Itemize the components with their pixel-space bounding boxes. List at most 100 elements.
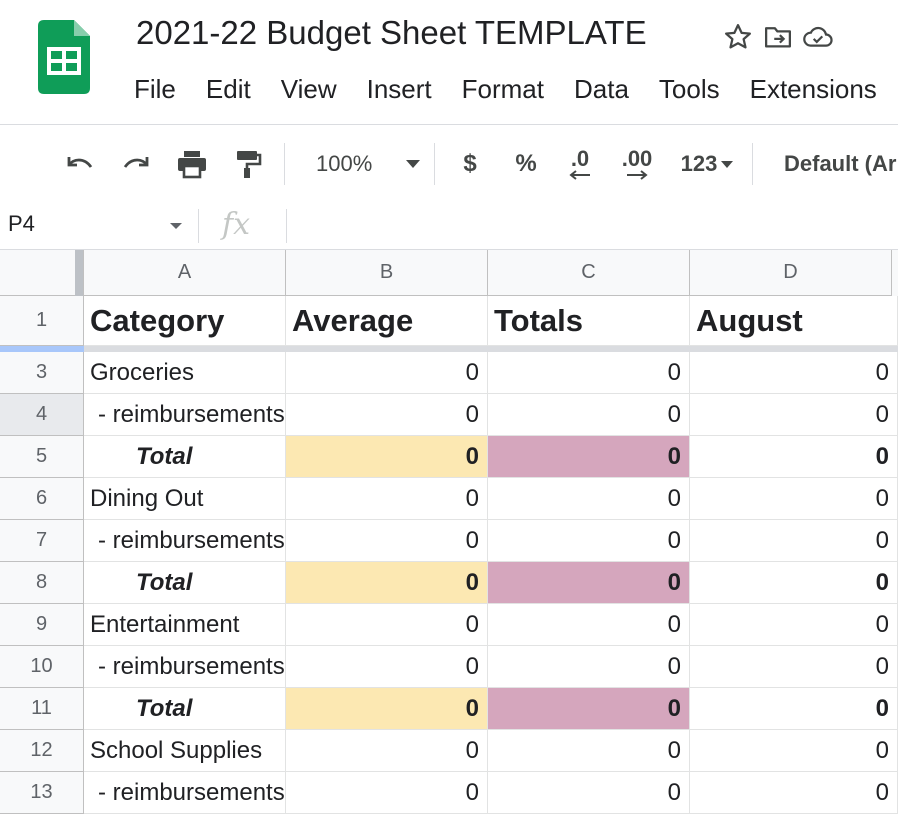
header-cell-august[interactable]: August bbox=[690, 296, 898, 346]
august-cell[interactable]: 0 bbox=[690, 646, 898, 688]
totals-cell[interactable]: 0 bbox=[488, 478, 690, 520]
august-cell[interactable]: 0 bbox=[690, 520, 898, 562]
app-header: 2021-22 Budget Sheet TEMPLATE File Edit … bbox=[0, 0, 898, 124]
column-header-c[interactable]: C bbox=[488, 250, 690, 296]
cloud-saved-icon[interactable] bbox=[798, 20, 838, 54]
document-title[interactable]: 2021-22 Budget Sheet TEMPLATE bbox=[136, 14, 647, 52]
average-cell[interactable]: 0 bbox=[286, 772, 488, 814]
name-box[interactable]: P4 bbox=[8, 211, 35, 237]
fx-icon: fx bbox=[222, 207, 251, 242]
redo-icon[interactable] bbox=[114, 125, 158, 203]
font-select[interactable]: Default (Arial) bbox=[784, 125, 898, 203]
arrow-left-icon bbox=[569, 170, 590, 180]
totals-cell[interactable]: 0 bbox=[488, 730, 690, 772]
toolbar: 100% $ % .0 .00 123 Default (Arial) bbox=[0, 124, 898, 204]
row-header[interactable]: 5 bbox=[0, 436, 84, 478]
row-header[interactable]: 3 bbox=[0, 352, 84, 394]
august-cell[interactable]: 0 bbox=[690, 772, 898, 814]
totals-cell[interactable]: 0 bbox=[488, 520, 690, 562]
more-formats-button[interactable]: 123 bbox=[672, 125, 742, 203]
menu-insert[interactable]: Insert bbox=[367, 74, 432, 105]
average-cell[interactable]: 0 bbox=[286, 688, 488, 730]
decrease-decimal-button[interactable]: .0 bbox=[558, 125, 602, 203]
average-cell[interactable]: 0 bbox=[286, 604, 488, 646]
row-header[interactable]: 7 bbox=[0, 520, 84, 562]
row-header[interactable]: 1 bbox=[0, 296, 84, 346]
format-currency-button[interactable]: $ bbox=[450, 125, 490, 203]
header-cell-category[interactable]: Category bbox=[84, 296, 286, 346]
star-icon[interactable] bbox=[718, 20, 758, 54]
print-icon[interactable] bbox=[170, 125, 214, 203]
august-cell[interactable]: 0 bbox=[690, 730, 898, 772]
totals-cell[interactable]: 0 bbox=[488, 604, 690, 646]
menu-format[interactable]: Format bbox=[462, 74, 544, 105]
header-cell-average[interactable]: Average bbox=[286, 296, 488, 346]
average-cell[interactable]: 0 bbox=[286, 394, 488, 436]
menu-tools[interactable]: Tools bbox=[659, 74, 720, 105]
row-header[interactable]: 8 bbox=[0, 562, 84, 604]
select-all-corner[interactable] bbox=[0, 250, 84, 296]
column-header-d[interactable]: D bbox=[690, 250, 892, 296]
column-header-b[interactable]: B bbox=[286, 250, 488, 296]
category-cell[interactable]: School Supplies bbox=[84, 730, 286, 772]
menu-view[interactable]: View bbox=[281, 74, 337, 105]
undo-icon[interactable] bbox=[58, 125, 102, 203]
formula-input[interactable] bbox=[296, 211, 886, 241]
category-cell[interactable]: Total bbox=[84, 562, 286, 604]
zoom-value: 100% bbox=[316, 151, 373, 176]
chevron-down-icon[interactable] bbox=[170, 223, 182, 229]
category-cell[interactable]: Entertainment bbox=[84, 604, 286, 646]
row-header[interactable]: 10 bbox=[0, 646, 84, 688]
august-cell[interactable]: 0 bbox=[690, 562, 898, 604]
average-cell[interactable]: 0 bbox=[286, 436, 488, 478]
category-cell[interactable]: - reimbursements bbox=[84, 520, 286, 562]
header-cell-totals[interactable]: Totals bbox=[488, 296, 690, 346]
august-cell[interactable]: 0 bbox=[690, 688, 898, 730]
row-header[interactable]: 11 bbox=[0, 688, 84, 730]
category-cell[interactable]: - reimbursements bbox=[84, 646, 286, 688]
category-cell[interactable]: - reimbursements bbox=[84, 394, 286, 436]
totals-cell[interactable]: 0 bbox=[488, 562, 690, 604]
menu-edit[interactable]: Edit bbox=[206, 74, 251, 105]
category-cell[interactable]: Total bbox=[84, 436, 286, 478]
august-cell[interactable]: 0 bbox=[690, 478, 898, 520]
totals-cell[interactable]: 0 bbox=[488, 646, 690, 688]
totals-cell[interactable]: 0 bbox=[488, 352, 690, 394]
row-header[interactable]: 9 bbox=[0, 604, 84, 646]
average-cell[interactable]: 0 bbox=[286, 646, 488, 688]
category-cell[interactable]: Dining Out bbox=[84, 478, 286, 520]
totals-cell[interactable]: 0 bbox=[488, 688, 690, 730]
totals-cell[interactable]: 0 bbox=[488, 772, 690, 814]
average-cell[interactable]: 0 bbox=[286, 352, 488, 394]
sheets-logo-icon[interactable] bbox=[38, 20, 90, 94]
row-header[interactable]: 13 bbox=[0, 772, 84, 814]
totals-cell[interactable]: 0 bbox=[488, 394, 690, 436]
august-cell[interactable]: 0 bbox=[690, 604, 898, 646]
menu-data[interactable]: Data bbox=[574, 74, 629, 105]
row-header[interactable]: 4 bbox=[0, 394, 84, 436]
average-cell[interactable]: 0 bbox=[286, 478, 488, 520]
totals-cell[interactable]: 0 bbox=[488, 436, 690, 478]
row-header[interactable]: 6 bbox=[0, 478, 84, 520]
format-percent-button[interactable]: % bbox=[506, 125, 546, 203]
august-cell[interactable]: 0 bbox=[690, 394, 898, 436]
paint-format-icon[interactable] bbox=[226, 125, 270, 203]
average-cell[interactable]: 0 bbox=[286, 730, 488, 772]
zoom-select[interactable]: 100% bbox=[300, 125, 430, 203]
menu-file[interactable]: File bbox=[134, 74, 176, 105]
category-cell[interactable]: Total bbox=[84, 688, 286, 730]
increase-decimal-button[interactable]: .00 bbox=[614, 125, 660, 203]
column-header-e-partial[interactable] bbox=[892, 250, 898, 296]
august-cell[interactable]: 0 bbox=[690, 352, 898, 394]
freeze-handle[interactable] bbox=[75, 250, 83, 296]
category-cell[interactable]: Groceries bbox=[84, 352, 286, 394]
move-to-folder-icon[interactable] bbox=[758, 20, 798, 54]
august-cell[interactable]: 0 bbox=[690, 436, 898, 478]
average-cell[interactable]: 0 bbox=[286, 562, 488, 604]
average-cell[interactable]: 0 bbox=[286, 520, 488, 562]
row-header[interactable]: 12 bbox=[0, 730, 84, 772]
column-header-a[interactable]: A bbox=[84, 250, 286, 296]
menu-extensions[interactable]: Extensions bbox=[750, 74, 877, 105]
category-cell[interactable]: - reimbursements bbox=[84, 772, 286, 814]
menu-bar: File Edit View Insert Format Data Tools … bbox=[134, 74, 898, 105]
